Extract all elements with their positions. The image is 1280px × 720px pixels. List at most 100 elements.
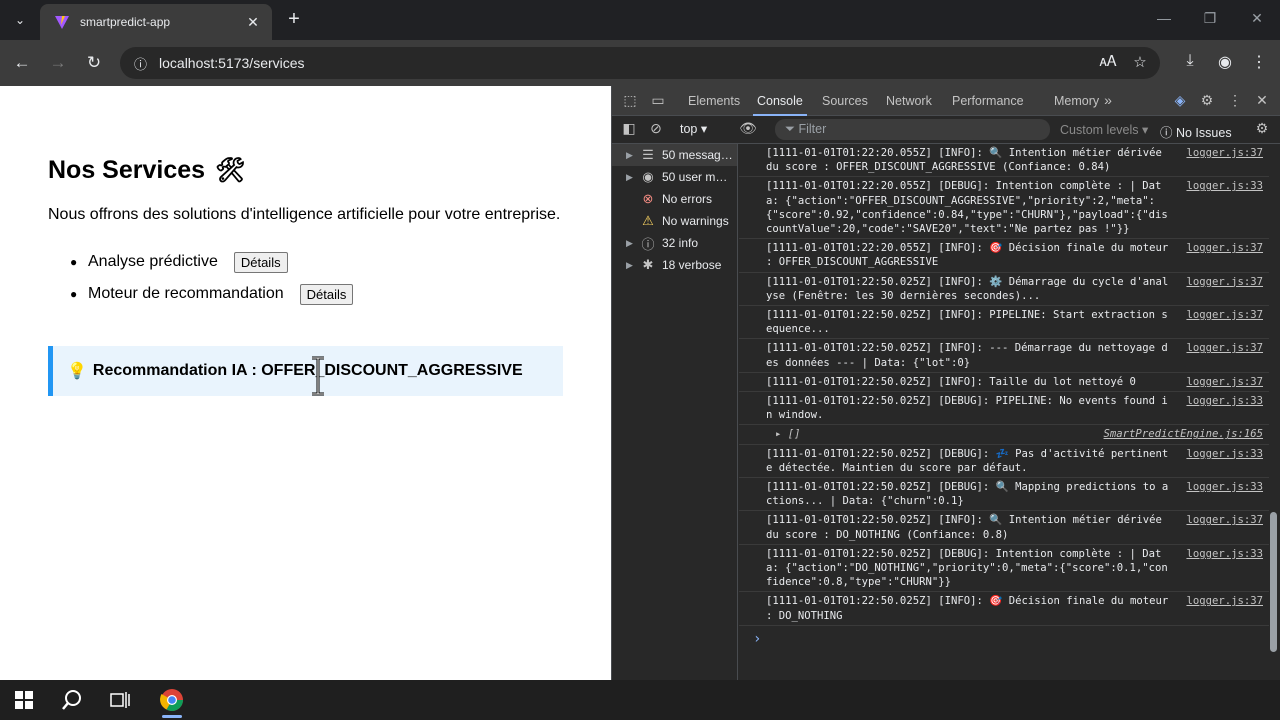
- close-window-icon[interactable]: ✕: [1247, 10, 1267, 27]
- scroll-thumb[interactable]: [1270, 512, 1277, 652]
- issues-counter[interactable]: ⓘ No Issues: [1160, 122, 1232, 141]
- log-source-link[interactable]: logger.js:33: [1186, 447, 1263, 461]
- log-source-link[interactable]: logger.js:33: [1186, 480, 1263, 494]
- sidebar-item-warnings[interactable]: ⚠ No warnings: [612, 210, 737, 232]
- profile-icon[interactable]: ◉: [1214, 52, 1236, 72]
- search-button[interactable]: [48, 680, 96, 720]
- log-text: [1111-01-01T01:22:50.025Z] [INFO]: Taill…: [766, 375, 1136, 388]
- forward-icon[interactable]: →: [47, 52, 69, 74]
- log-source-link[interactable]: logger.js:37: [1186, 308, 1263, 322]
- log-entry: [1111-01-01T01:22:50.025Z] [INFO]: 🔍 Int…: [739, 511, 1269, 545]
- sidebar-item-verbose[interactable]: ▶ ✱ 18 verbose: [612, 254, 737, 276]
- log-source-link[interactable]: logger.js:33: [1186, 547, 1263, 561]
- log-source-link[interactable]: logger.js:33: [1186, 394, 1263, 408]
- tools-icon: 🛠: [215, 157, 246, 184]
- expand-arrow-icon: ▶: [626, 259, 633, 270]
- chrome-taskbar-button[interactable]: [148, 680, 196, 720]
- log-source-link[interactable]: SmartPredictEngine.js:165: [1104, 427, 1263, 441]
- chrome-icon: [160, 689, 183, 711]
- log-object-entry[interactable]: ▸ [] SmartPredictEngine.js:165: [739, 425, 1269, 445]
- log-source-link[interactable]: logger.js:37: [1186, 275, 1263, 289]
- tab-performance[interactable]: Performance: [948, 86, 1028, 116]
- device-toolbar-icon[interactable]: ▭: [648, 92, 668, 109]
- expand-arrow-icon: ▶: [626, 171, 633, 182]
- windows-logo-icon: [15, 691, 33, 709]
- details-button[interactable]: Détails: [233, 251, 288, 273]
- url-text[interactable]: localhost:5173/services: [159, 55, 305, 71]
- log-entry: [1111-01-01T01:22:20.055Z] [INFO]: 🔍 Int…: [739, 144, 1269, 178]
- tab-elements[interactable]: Elements: [684, 86, 744, 116]
- sidebar-item-label: No errors: [662, 192, 713, 206]
- browser-tab[interactable]: smartpredict-app ✕: [40, 4, 272, 40]
- minimize-icon[interactable]: —: [1154, 10, 1174, 26]
- bullet-icon: ●: [70, 255, 78, 269]
- new-tab-button[interactable]: +: [282, 8, 306, 32]
- sidebar-item-user-messages[interactable]: ▶ ◉ 50 user m…: [612, 166, 737, 188]
- devtools-panel: ⬚ ▭ Elements Console Sources Network Per…: [611, 86, 1280, 680]
- tab-console[interactable]: Console: [753, 86, 807, 116]
- filter-placeholder: Filter: [798, 122, 827, 136]
- log-source-link[interactable]: logger.js:37: [1186, 341, 1263, 355]
- log-entry: [1111-01-01T01:22:50.025Z] [INFO]: Taill…: [739, 373, 1269, 393]
- close-devtools-icon[interactable]: ✕: [1252, 92, 1272, 109]
- tab-network[interactable]: Network: [882, 86, 936, 116]
- sidebar-toggle-icon[interactable]: ◧: [619, 120, 639, 137]
- console-settings-icon[interactable]: ⚙: [1252, 120, 1272, 137]
- task-view-icon: [110, 692, 130, 708]
- sidebar-item-info[interactable]: ▶ ⓘ 32 info: [612, 232, 737, 254]
- site-info-icon[interactable]: ⓘ: [134, 54, 147, 73]
- tab-memory[interactable]: Memory: [1050, 86, 1103, 116]
- clear-console-icon[interactable]: ⊘: [646, 120, 666, 137]
- console-scrollbar[interactable]: [1270, 146, 1277, 676]
- log-source-link[interactable]: logger.js:37: [1186, 513, 1263, 527]
- list-item: ● Analyse prédictive Détails: [70, 246, 353, 278]
- recommendation-text: Recommandation IA : OFFER_DISCOUNT_AGGRE…: [92, 362, 523, 379]
- console-prompt-row[interactable]: ›: [739, 626, 1269, 656]
- log-source-link[interactable]: logger.js:37: [1186, 594, 1263, 608]
- log-source-link[interactable]: logger.js:33: [1186, 179, 1263, 193]
- text-cursor-icon: [312, 356, 324, 396]
- log-levels-dropdown[interactable]: Custom levels ▾: [1060, 122, 1148, 137]
- issues-label: No Issues: [1175, 126, 1232, 140]
- tab-search-icon[interactable]: ⌄: [8, 8, 32, 32]
- os-taskbar: [0, 680, 1280, 720]
- log-entry: [1111-01-01T01:22:50.025Z] [INFO]: ⚙️ Dé…: [739, 273, 1269, 307]
- restore-icon[interactable]: ❐: [1200, 10, 1220, 27]
- back-icon[interactable]: ←: [11, 52, 33, 74]
- inspect-element-icon[interactable]: ⬚: [620, 92, 640, 109]
- live-expression-eye-icon[interactable]: 👁: [738, 120, 758, 137]
- sidebar-item-messages[interactable]: ▶ ☰ 50 messag…: [612, 144, 737, 166]
- start-button[interactable]: [0, 680, 48, 720]
- log-source-link[interactable]: logger.js:37: [1186, 241, 1263, 255]
- devtools-menu-icon[interactable]: ⋮: [1225, 92, 1245, 109]
- translate-icon[interactable]: 🗚: [1098, 53, 1118, 70]
- menu-kebab-icon[interactable]: ⋮: [1248, 52, 1270, 72]
- sidebar-item-errors[interactable]: ⊗ No errors: [612, 188, 737, 210]
- context-select[interactable]: top ▾: [680, 121, 707, 136]
- reload-icon[interactable]: ↻: [83, 52, 105, 74]
- ai-assist-icon[interactable]: ◈: [1170, 92, 1190, 109]
- console-output[interactable]: [1111-01-01T01:22:20.055Z] [INFO]: 🔍 Int…: [739, 144, 1269, 680]
- log-source-link[interactable]: logger.js:37: [1186, 375, 1263, 389]
- console-sidebar: ▶ ☰ 50 messag… ▶ ◉ 50 user m… ⊗ No error…: [612, 144, 738, 680]
- bookmark-star-icon[interactable]: ☆: [1130, 53, 1150, 71]
- details-button[interactable]: Détails: [299, 283, 354, 305]
- log-text: [1111-01-01T01:22:20.055Z] [DEBUG]: Inte…: [766, 180, 1168, 236]
- tab-sources[interactable]: Sources: [818, 86, 872, 116]
- task-view-button[interactable]: [96, 680, 144, 720]
- error-icon: ⊗: [642, 191, 654, 206]
- sidebar-item-label: No warnings: [662, 214, 729, 228]
- download-icon[interactable]: ⤓: [1179, 52, 1201, 70]
- log-entry: [1111-01-01T01:22:20.055Z] [INFO]: 🎯 Déc…: [739, 239, 1269, 273]
- tab-title: smartpredict-app: [80, 15, 171, 29]
- address-bar[interactable]: ⓘ localhost:5173/services 🗚 ☆: [120, 47, 1160, 79]
- more-tabs-icon[interactable]: »: [1098, 92, 1118, 108]
- log-source-link[interactable]: logger.js:37: [1186, 146, 1263, 160]
- log-entry: [1111-01-01T01:22:50.025Z] [INFO]: --- D…: [739, 339, 1269, 373]
- log-text: [1111-01-01T01:22:20.055Z] [INFO]: 🎯 Déc…: [766, 242, 1175, 269]
- info-icon: ⓘ: [641, 236, 655, 252]
- intro-text: Nous offrons des solutions d'intelligenc…: [48, 206, 561, 223]
- settings-gear-icon[interactable]: ⚙: [1197, 92, 1217, 109]
- filter-input[interactable]: ⏷ Filter: [775, 119, 1050, 140]
- close-tab-icon[interactable]: ✕: [244, 14, 262, 31]
